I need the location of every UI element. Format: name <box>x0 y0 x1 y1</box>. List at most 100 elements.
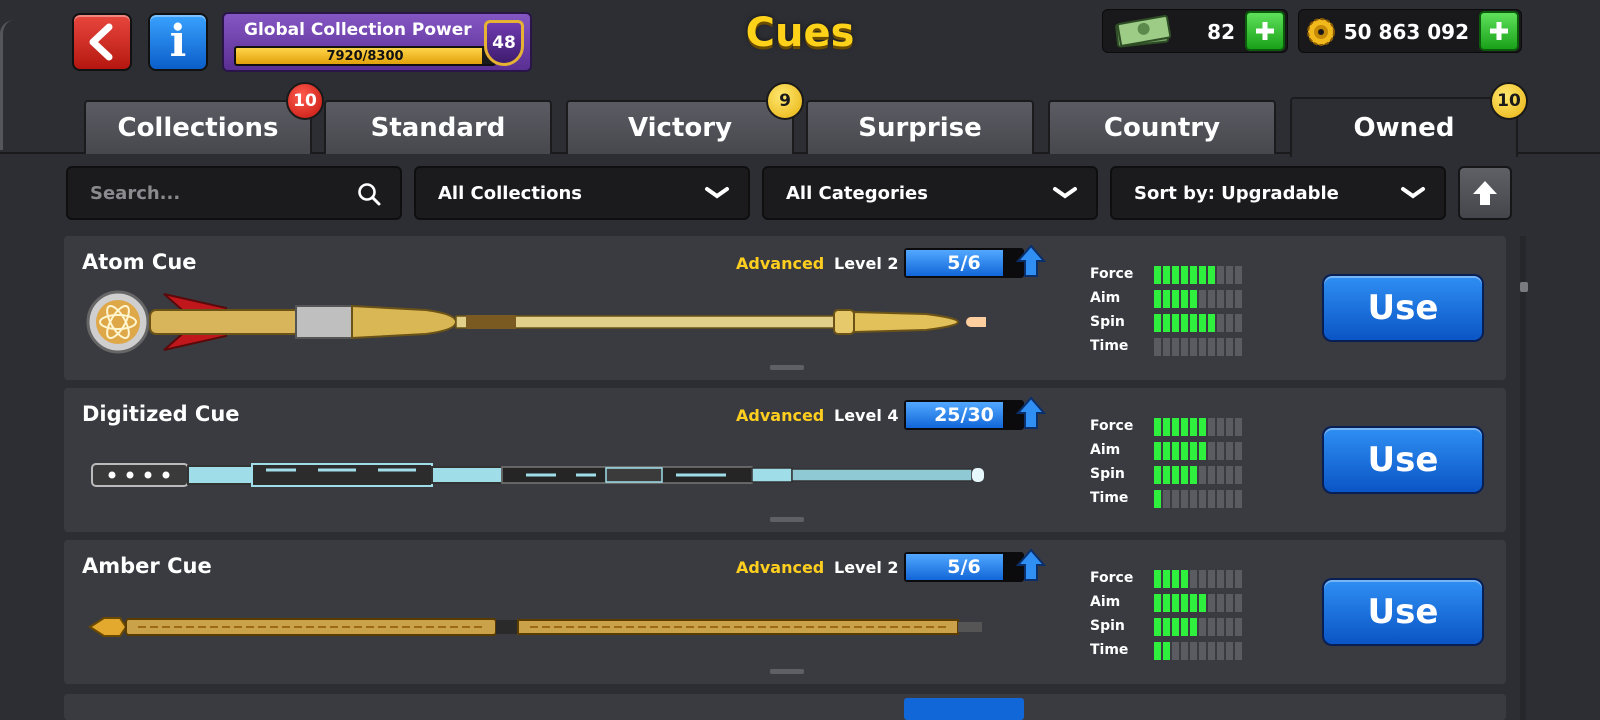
cue-image-digitized <box>91 463 984 487</box>
stat-segment <box>1190 266 1197 284</box>
collections-dropdown[interactable]: All Collections <box>414 166 750 220</box>
stat-segment <box>1199 570 1206 588</box>
stat-segment <box>1154 338 1161 356</box>
back-button[interactable] <box>72 13 132 71</box>
stat-segment <box>1199 618 1206 636</box>
stat-segment <box>1181 594 1188 612</box>
stat-segment <box>1199 490 1206 508</box>
stat-segment <box>1172 570 1179 588</box>
search-input[interactable]: Search... <box>90 183 180 204</box>
stat-segment <box>1226 466 1233 484</box>
stat-segment <box>1208 466 1215 484</box>
categories-dropdown[interactable]: All Categories <box>762 166 1098 220</box>
collection-power-progress: 7920/8300 <box>326 49 404 64</box>
cue-card[interactable]: Atom Cue Advanced Level 2 5/6 Force Aim Sp… <box>64 236 1506 380</box>
stat-segment <box>1154 594 1161 612</box>
upgrade-arrow-icon[interactable] <box>1016 548 1046 582</box>
stat-segment <box>1226 642 1233 660</box>
stat-segment <box>1226 266 1233 284</box>
global-collection-power[interactable]: Global Collection Power 7920/8300 48 <box>222 12 532 72</box>
upgrade-arrow-icon[interactable] <box>1016 396 1046 430</box>
categories-dropdown-value: All Categories <box>786 183 928 204</box>
stat-segment <box>1154 466 1161 484</box>
stat-segment <box>1190 490 1197 508</box>
sort-dropdown[interactable]: Sort by: Upgradable <box>1110 166 1446 220</box>
cue-upgrade-progress: 5/6 <box>904 248 1024 278</box>
tab-victory[interactable]: Victory <box>566 100 794 154</box>
stat-segment <box>1181 442 1188 460</box>
stat-segment <box>1190 570 1197 588</box>
tab-label: Surprise <box>858 113 982 143</box>
stat-segment <box>1208 266 1215 284</box>
stat-segment <box>1163 466 1170 484</box>
stat-bar-aim <box>1154 290 1242 308</box>
stat-segment <box>1235 442 1242 460</box>
stat-segment <box>1199 290 1206 308</box>
add-cash-button[interactable] <box>1245 11 1285 51</box>
search-box[interactable]: Search... <box>66 166 402 220</box>
stat-bar-spin <box>1154 618 1242 636</box>
tab-label: Country <box>1103 113 1221 143</box>
cue-level: Level 2 <box>834 254 899 273</box>
stat-segment <box>1172 338 1179 356</box>
stat-segment <box>1172 618 1179 636</box>
tab-owned[interactable]: Owned <box>1290 97 1518 157</box>
cue-level: Level 4 <box>834 406 899 425</box>
collections-badge: 10 <box>286 82 324 120</box>
stat-segment <box>1163 570 1170 588</box>
sort-dropdown-value: Sort by: Upgradable <box>1134 183 1339 204</box>
stat-segment <box>1199 594 1206 612</box>
info-button[interactable]: i <box>148 13 208 71</box>
stat-segment <box>1226 442 1233 460</box>
owned-badge: 10 <box>1490 82 1528 120</box>
stat-segment <box>1235 466 1242 484</box>
stat-segment <box>1181 314 1188 332</box>
stat-bar-time <box>1154 338 1242 356</box>
search-icon[interactable] <box>356 181 382 207</box>
stat-segment <box>1181 266 1188 284</box>
tab-standard[interactable]: Standard <box>324 100 552 154</box>
tab-country[interactable]: Country <box>1048 100 1276 154</box>
sort-direction-button[interactable] <box>1458 166 1512 220</box>
tab-label: Victory <box>627 113 733 143</box>
add-coins-button[interactable] <box>1479 11 1519 51</box>
cue-image-atom <box>86 290 986 354</box>
stat-segment <box>1226 338 1233 356</box>
stat-segment <box>1235 594 1242 612</box>
stat-segment <box>1208 642 1215 660</box>
stat-segment <box>1208 290 1215 308</box>
stat-segment <box>1217 466 1224 484</box>
use-cue-button[interactable]: Use <box>1322 274 1484 342</box>
tab-collections[interactable]: Collections <box>84 100 312 154</box>
chevron-down-icon <box>1053 187 1077 199</box>
stat-segment <box>1172 466 1179 484</box>
tab-surprise[interactable]: Surprise <box>806 100 1034 154</box>
left-edge-decoration <box>0 20 18 150</box>
cue-card[interactable]: Digitized Cue Advanced Level 4 25/30 For… <box>64 388 1506 532</box>
stat-segment <box>1235 418 1242 436</box>
stat-bar-time <box>1154 642 1242 660</box>
stat-segment <box>1154 442 1161 460</box>
stat-segment <box>1217 618 1224 636</box>
stat-segment <box>1226 618 1233 636</box>
chevron-down-icon <box>705 187 729 199</box>
stat-segment <box>1235 618 1242 636</box>
next-cue-progress-bar <box>904 698 1024 720</box>
stat-segment <box>1208 490 1215 508</box>
cue-name: Atom Cue <box>82 250 197 274</box>
stat-segment <box>1163 594 1170 612</box>
stat-segment <box>1181 338 1188 356</box>
cue-card[interactable]: Amber Cue Advanced Level 2 5/6 Force Aim S… <box>64 540 1506 684</box>
tab-label: Collections <box>117 113 279 143</box>
list-scrollbar-thumb[interactable] <box>1520 282 1528 292</box>
list-scrollbar[interactable] <box>1520 236 1526 720</box>
card-drag-handle <box>770 669 804 674</box>
stat-segment <box>1217 490 1224 508</box>
stat-segment <box>1217 442 1224 460</box>
use-cue-button[interactable]: Use <box>1322 578 1484 646</box>
use-cue-button[interactable]: Use <box>1322 426 1484 494</box>
stat-segment <box>1217 290 1224 308</box>
upgrade-arrow-icon[interactable] <box>1016 244 1046 278</box>
stat-label-force: Force <box>1090 418 1134 434</box>
stat-segment <box>1235 570 1242 588</box>
